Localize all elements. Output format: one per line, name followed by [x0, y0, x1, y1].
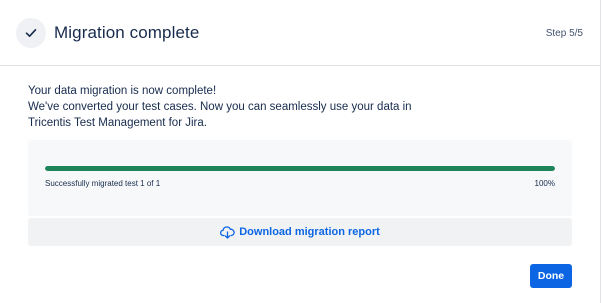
migration-panel: Migration complete Step 5/5 Your data mi…	[0, 0, 601, 303]
progress-bar-fill	[45, 166, 555, 171]
panel-header: Migration complete Step 5/5	[0, 0, 601, 66]
download-report-label: Download migration report	[239, 226, 380, 238]
download-report-button[interactable]: Download migration report	[28, 218, 572, 246]
done-button[interactable]: Done	[530, 264, 572, 288]
message-line-1: Your data migration is now complete!	[28, 85, 217, 97]
message-line-2: We've converted your test cases. Now you…	[28, 101, 412, 113]
progress-panel: Successfully migrated test 1 of 1 100%	[28, 140, 572, 216]
checkmark-icon	[25, 29, 37, 37]
cloud-download-icon	[220, 225, 235, 239]
page-title: Migration complete	[54, 23, 200, 42]
progress-percent: 100%	[534, 179, 555, 188]
step-indicator: Step 5/5	[545, 28, 583, 39]
progress-bar	[45, 166, 555, 171]
message-line-3: Tricentis Test Management for Jira.	[28, 117, 207, 129]
completion-message: Your data migration is now complete! We'…	[28, 83, 428, 131]
status-badge	[16, 18, 46, 48]
progress-label: Successfully migrated test 1 of 1	[45, 179, 161, 188]
